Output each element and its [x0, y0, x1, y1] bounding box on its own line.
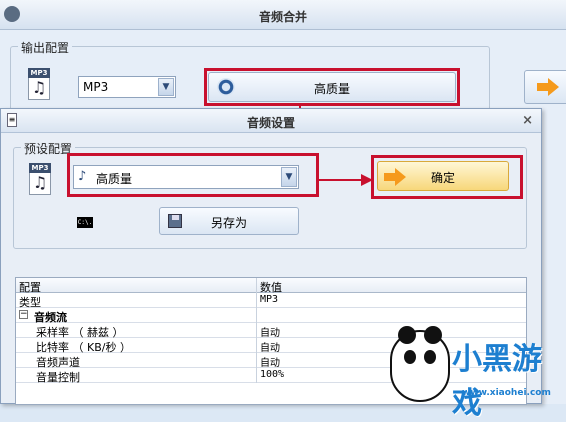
highlight-box-ok: [371, 155, 523, 199]
format-select[interactable]: MP3 ▼: [78, 76, 176, 98]
table-header: 配置 数值: [16, 278, 526, 294]
table-row[interactable]: 类型 MP3: [16, 293, 526, 309]
chevron-down-icon[interactable]: ▼: [158, 78, 174, 96]
main-window-titlebar: 音频合并: [0, 0, 566, 30]
close-icon[interactable]: ×: [522, 113, 533, 128]
collapse-icon[interactable]: −: [19, 310, 28, 319]
save-as-button[interactable]: 另存为: [159, 207, 299, 235]
row-value: 自动: [260, 343, 280, 354]
orange-arrow-icon: [537, 78, 559, 96]
output-config-label: 输出配置: [18, 39, 73, 56]
panda-mascot-icon: [390, 326, 450, 402]
watermark-url: www.xiaohei.com: [462, 388, 551, 398]
main-window-title: 音频合并: [258, 10, 307, 24]
format-select-value: MP3: [83, 80, 109, 94]
row-value: 自动: [260, 358, 280, 369]
row-value: MP3: [260, 294, 279, 305]
next-button[interactable]: [524, 70, 566, 104]
watermark-brand: 小黑游戏: [452, 342, 542, 421]
mp3-file-icon: MP3 ♫: [29, 163, 51, 195]
cmd-icon: C:\.: [77, 217, 93, 228]
connector-arrow-horizontal: [317, 174, 373, 186]
row-value: 自动: [260, 328, 280, 339]
row-name: 音量控制: [36, 371, 80, 384]
save-as-button-label: 另存为: [210, 216, 247, 230]
dialog-titlebar: ≡ 音频设置 ×: [1, 109, 541, 133]
dialog-title: 音频设置: [246, 116, 295, 130]
highlight-box-preset: [67, 153, 319, 197]
watermark: 小黑游戏 www.xiaohei.com: [390, 310, 566, 421]
row-value: 100%: [260, 369, 285, 380]
highlight-box-quality: [204, 68, 460, 106]
mp3-file-icon: MP3 ♫: [28, 68, 50, 100]
